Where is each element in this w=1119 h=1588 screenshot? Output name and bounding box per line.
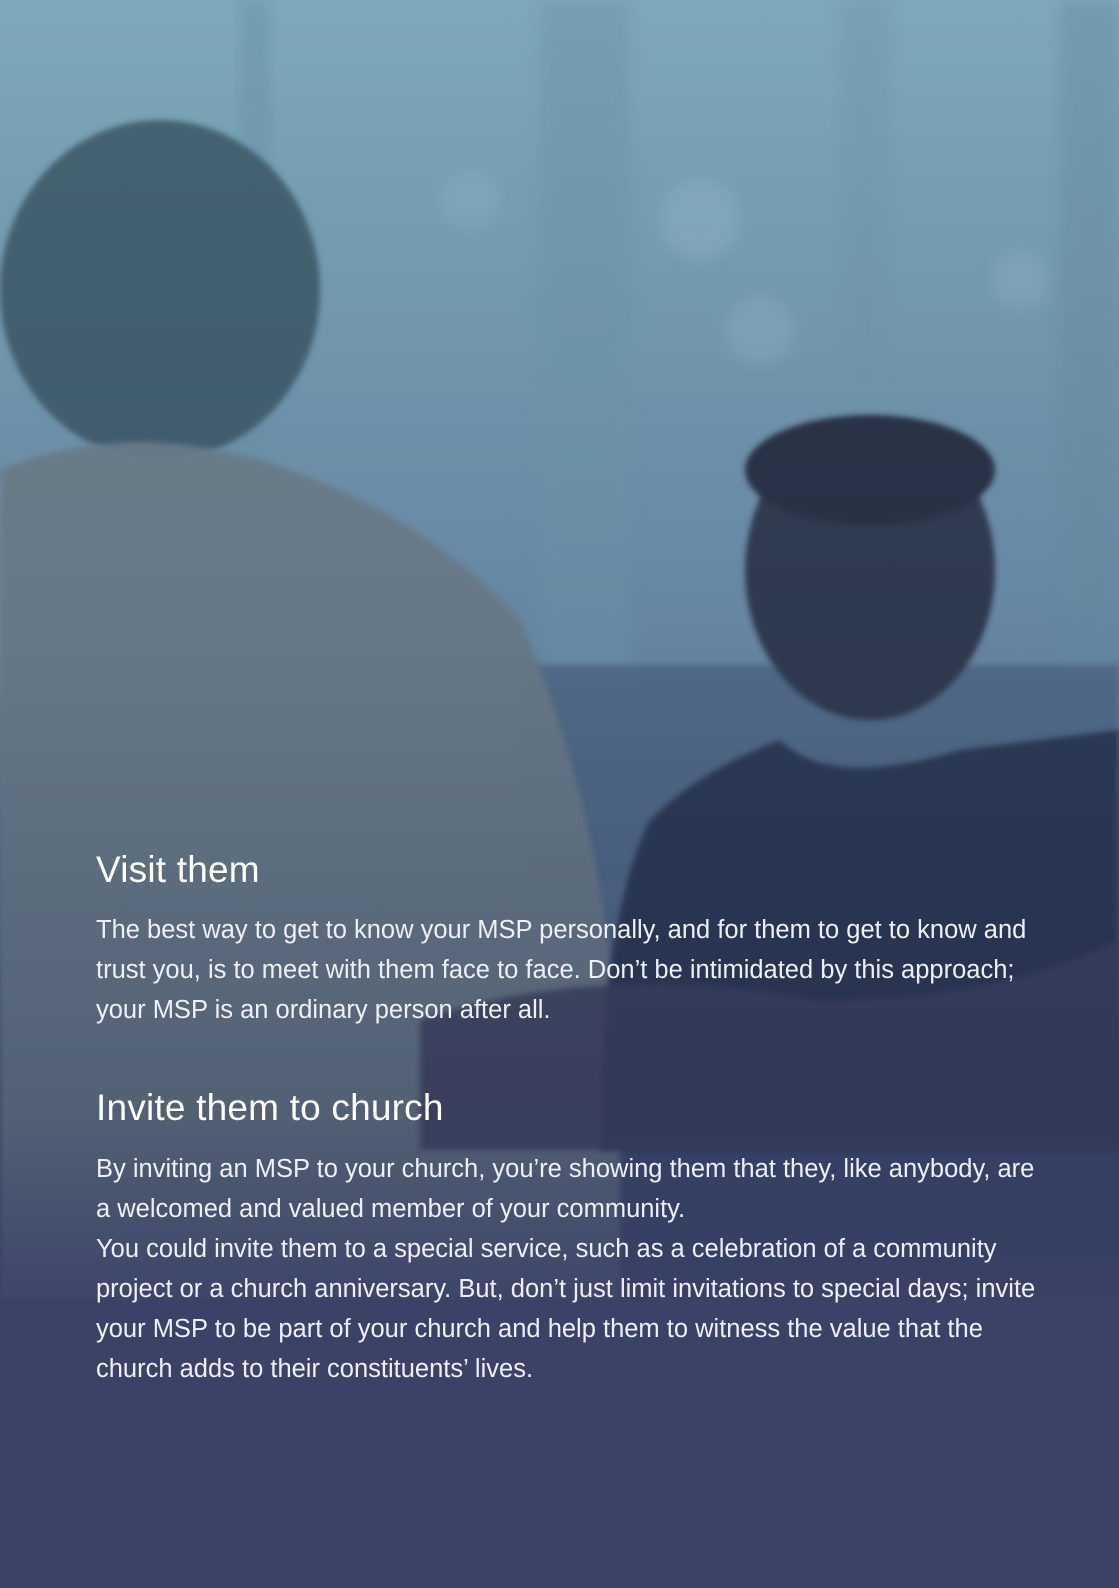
section-paragraph: The best way to get to know your MSP per… <box>96 916 1027 1025</box>
section-paragraph: You could invite them to a special servi… <box>96 1234 1036 1383</box>
section-paragraph: By inviting an MSP to your church, you’r… <box>96 1154 1035 1223</box>
content-area: Visit them The best way to get to know y… <box>96 848 1046 1445</box>
section-heading: Invite them to church <box>96 1087 444 1129</box>
section-heading: Visit them <box>96 849 260 890</box>
section-visit-them: Visit them The best way to get to know y… <box>96 848 1046 1030</box>
section-invite-them: Invite them to church By inviting an MSP… <box>96 1086 1046 1388</box>
page: Visit them The best way to get to know y… <box>0 0 1119 1588</box>
